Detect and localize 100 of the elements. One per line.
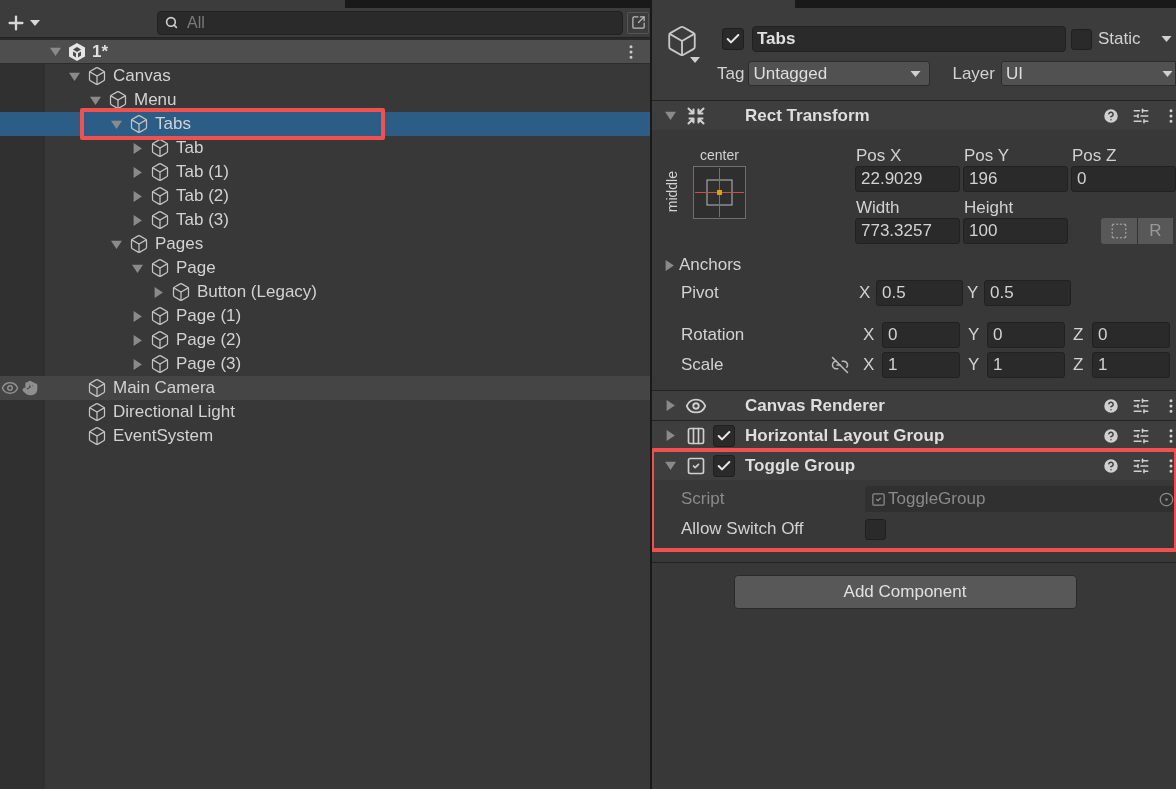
scene-row[interactable]: 1*: [0, 40, 650, 64]
preset-icon[interactable]: [1132, 456, 1150, 475]
number-field[interactable]: 773.3257: [855, 218, 960, 244]
number-field[interactable]: 0: [882, 322, 960, 348]
tag-dropdown[interactable]: Untagged: [748, 61, 931, 87]
number-field[interactable]: 22.9029: [855, 166, 960, 192]
object-picker-icon[interactable]: [1159, 491, 1174, 507]
collapsed-arrow-icon[interactable]: [664, 430, 676, 441]
item-label: Tab (1): [176, 161, 229, 183]
number-field[interactable]: 0: [1071, 166, 1176, 192]
field-label: Rotation: [681, 324, 746, 347]
unlink-icon[interactable]: [831, 356, 849, 374]
preset-icon[interactable]: [1132, 396, 1150, 415]
help-icon[interactable]: [1102, 396, 1120, 415]
tree-item[interactable]: Tab: [0, 136, 650, 160]
field-label: Height: [964, 198, 1015, 218]
help-icon[interactable]: [1102, 456, 1120, 475]
name-field[interactable]: Tabs: [752, 26, 1066, 52]
add-component-button[interactable]: Add Component: [733, 575, 1077, 609]
cube-icon: [87, 426, 107, 446]
collapsed-arrow-icon[interactable]: [131, 190, 143, 202]
item-label: Canvas: [113, 65, 171, 87]
number-field[interactable]: 0.5: [876, 280, 963, 306]
number-field[interactable]: 0: [987, 322, 1065, 348]
tree-item[interactable]: Page: [0, 256, 650, 280]
tree-item[interactable]: Tabs: [0, 112, 650, 136]
tree-item[interactable]: Page (2): [0, 328, 650, 352]
tree-item[interactable]: EventSystem: [0, 424, 650, 448]
cube-icon: [87, 378, 107, 398]
tree-item[interactable]: Main Camera: [0, 376, 650, 400]
number-field[interactable]: 0.5: [984, 280, 1071, 306]
number-field[interactable]: 196: [963, 166, 1068, 192]
cube-icon: [87, 402, 107, 422]
item-label: Pages: [155, 233, 204, 255]
expanded-arrow-icon[interactable]: [664, 110, 676, 121]
collapsed-arrow-icon[interactable]: [152, 286, 164, 298]
search-field[interactable]: All: [157, 10, 623, 35]
tree-item[interactable]: Tab (3): [0, 208, 650, 232]
expanded-arrow-icon[interactable]: [131, 262, 143, 274]
component-title[interactable]: Toggle Group: [745, 452, 856, 479]
field-label: Tag: [717, 63, 745, 85]
number-field[interactable]: 1: [882, 352, 960, 378]
checkbox[interactable]: [865, 518, 886, 540]
tree-item[interactable]: Page (3): [0, 352, 650, 376]
tree-item[interactable]: Page (1): [0, 304, 650, 328]
expanded-arrow-icon[interactable]: [68, 70, 80, 82]
columns-icon: [686, 425, 706, 446]
layer-dropdown[interactable]: UI: [1000, 61, 1176, 87]
number-field[interactable]: 1: [1092, 352, 1170, 378]
cube-icon: [171, 282, 191, 302]
maximize-icon: [630, 15, 646, 30]
tree-item[interactable]: Directional Light: [0, 400, 650, 424]
caret-icon[interactable]: [1160, 35, 1172, 43]
collapsed-arrow-icon[interactable]: [664, 259, 675, 271]
caret-icon[interactable]: [690, 56, 700, 64]
number-field[interactable]: 0: [1092, 322, 1170, 348]
field-label: Width: [856, 198, 901, 218]
collapsed-arrow-icon[interactable]: [131, 310, 143, 322]
expanded-arrow-icon[interactable]: [89, 94, 101, 106]
tree-item[interactable]: Tab (2): [0, 184, 650, 208]
collapsed-arrow-icon[interactable]: [131, 142, 143, 154]
tree-item[interactable]: Canvas: [0, 64, 650, 88]
item-label: Menu: [134, 89, 177, 111]
tree-item[interactable]: Pages: [0, 232, 650, 256]
number-field[interactable]: 100: [963, 218, 1068, 244]
expanded-arrow-icon[interactable]: [110, 118, 122, 130]
number-field[interactable]: 1: [987, 352, 1065, 378]
help-icon[interactable]: [1102, 426, 1120, 445]
item-label: Page: [176, 257, 216, 279]
blueprint-button[interactable]: [1101, 218, 1137, 244]
expanded-arrow-icon[interactable]: [49, 46, 61, 57]
collapsed-arrow-icon[interactable]: [131, 166, 143, 178]
preset-icon[interactable]: [1132, 426, 1150, 445]
collapsed-arrow-icon[interactable]: [664, 400, 676, 411]
help-icon[interactable]: [1102, 106, 1120, 125]
active-checkbox[interactable]: [722, 28, 744, 50]
anchors-foldout[interactable]: Anchors: [652, 252, 1176, 278]
tree-item[interactable]: Button (Legacy): [0, 280, 650, 304]
cube-icon: [87, 66, 107, 86]
tree-item[interactable]: Tab (1): [0, 160, 650, 184]
item-label: Button (Legacy): [197, 281, 317, 303]
preset-icon[interactable]: [1132, 106, 1150, 125]
enable-checkbox[interactable]: [713, 454, 735, 477]
collapsed-arrow-icon[interactable]: [131, 358, 143, 370]
hand-icon[interactable]: [22, 380, 38, 396]
collapsed-arrow-icon[interactable]: [131, 214, 143, 226]
expanded-arrow-icon[interactable]: [110, 238, 122, 250]
visibility-icon[interactable]: [1, 379, 19, 397]
cube-icon: [150, 186, 170, 206]
static-checkbox[interactable]: [1071, 28, 1092, 50]
caret-icon: [1162, 69, 1173, 78]
cube-icon: [150, 162, 170, 182]
field-label: Pos Z: [1072, 146, 1118, 166]
script-field: ToggleGroup: [865, 486, 1176, 512]
collapsed-arrow-icon[interactable]: [131, 334, 143, 346]
anchor-preset-icon[interactable]: [693, 166, 746, 219]
tree-item[interactable]: Menu: [0, 88, 650, 112]
expand-button[interactable]: [627, 11, 649, 34]
expanded-arrow-icon[interactable]: [664, 460, 676, 471]
enable-checkbox[interactable]: [713, 424, 735, 447]
